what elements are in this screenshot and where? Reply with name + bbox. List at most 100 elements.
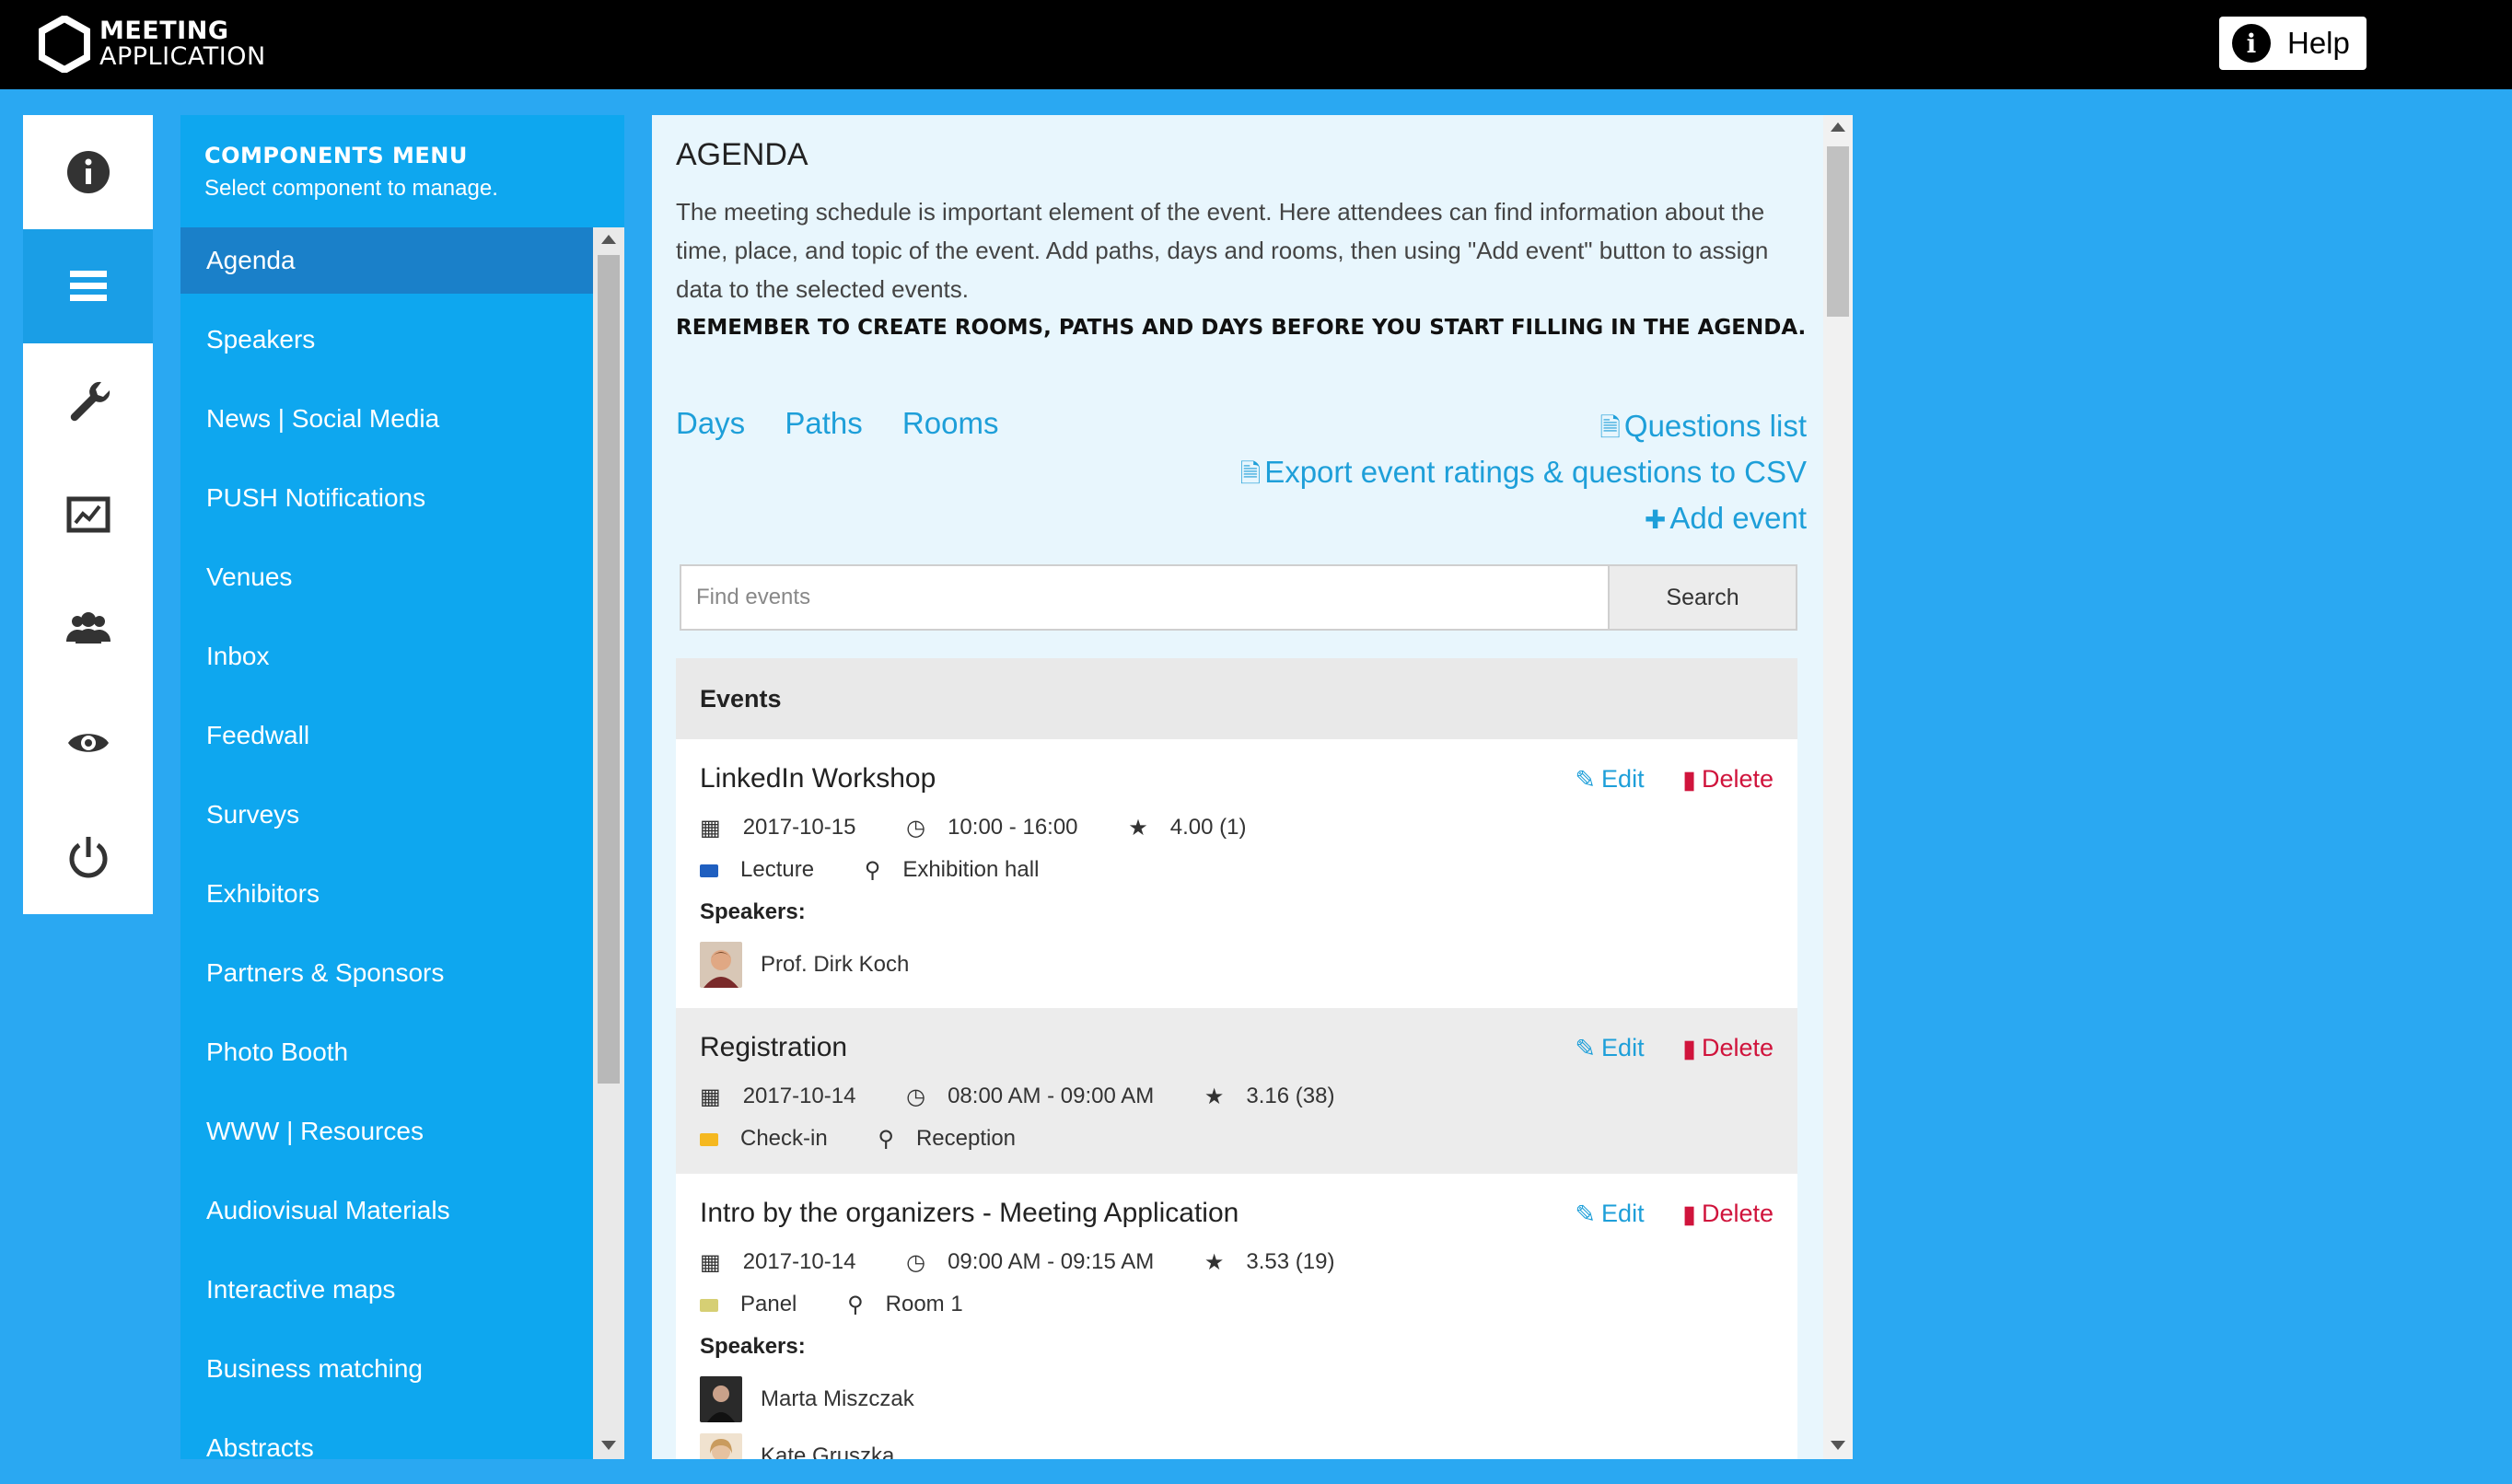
edit-label: Edit <box>1601 1034 1645 1061</box>
export-csv-label: Export event ratings & questions to CSV <box>1264 455 1807 489</box>
menu-item-abstracts[interactable]: Abstracts <box>180 1415 593 1459</box>
menu-item-exhibitors[interactable]: Exhibitors <box>180 861 593 940</box>
nav-statistics[interactable] <box>23 458 153 572</box>
folder-icon <box>700 1132 718 1146</box>
event-date: 2017-10-15 <box>742 815 856 840</box>
pencil-icon: ✎ <box>1575 1200 1597 1229</box>
scroll-up-arrow-icon[interactable] <box>1831 122 1845 132</box>
event-date: 2017-10-14 <box>742 1084 856 1108</box>
chart-icon <box>66 496 110 533</box>
menu-item-partners-sponsors[interactable]: Partners & Sponsors <box>180 940 593 1019</box>
menu-item-surveys[interactable]: Surveys <box>180 782 593 861</box>
agenda-config-links: Days Paths Rooms <box>676 406 1029 441</box>
menu-item-agenda[interactable]: Agenda <box>180 227 593 294</box>
speakers-label: Speakers: <box>700 899 806 924</box>
scrollbar-thumb[interactable] <box>598 255 620 1084</box>
paths-link[interactable]: Paths <box>785 406 862 440</box>
events-header: Events <box>676 658 1797 739</box>
days-link[interactable]: Days <box>676 406 745 440</box>
speaker-item: Prof. Dirk Koch <box>700 942 909 988</box>
agenda-scrollbar[interactable] <box>1823 115 1853 1459</box>
nav-preview[interactable] <box>23 686 153 800</box>
delete-label: Delete <box>1701 765 1774 793</box>
components-menu: COMPONENTS MENU Select component to mana… <box>180 115 624 1459</box>
calendar-icon: ▦ <box>700 1084 721 1110</box>
menu-item-venues[interactable]: Venues <box>180 544 593 623</box>
edit-button[interactable]: ✎ Edit <box>1575 1034 1645 1063</box>
export-file-icon: 🗎 <box>1239 459 1262 488</box>
clock-icon: ◷ <box>906 1250 926 1276</box>
folder-icon <box>700 864 718 877</box>
menu-item-audiovisual-materials[interactable]: Audiovisual Materials <box>180 1177 593 1257</box>
menu-item-interactive-maps[interactable]: Interactive maps <box>180 1257 593 1336</box>
logo-line-2: APPLICATION <box>99 42 266 71</box>
speaker-name: Marta Miszczak <box>761 1386 914 1411</box>
star-icon: ★ <box>1204 1084 1225 1110</box>
map-marker-icon: ⚲ <box>878 1127 894 1153</box>
avatar <box>700 1376 742 1422</box>
agenda-panel: AGENDA The meeting schedule is important… <box>652 115 1853 1459</box>
delete-button[interactable]: ▮ Delete <box>1682 1200 1774 1228</box>
edit-label: Edit <box>1601 1200 1645 1227</box>
nav-users[interactable] <box>23 572 153 686</box>
pencil-icon: ✎ <box>1575 766 1597 794</box>
clock-icon: ◷ <box>906 1084 926 1110</box>
menu-item-www-resources[interactable]: WWW | Resources <box>180 1098 593 1177</box>
export-csv-link[interactable]: 🗎 Export event ratings & questions to CSV <box>1240 450 1807 496</box>
trash-icon: ▮ <box>1682 766 1696 794</box>
event-title[interactable]: LinkedIn Workshop <box>700 763 936 794</box>
scroll-down-arrow-icon[interactable] <box>601 1441 616 1450</box>
pencil-icon: ✎ <box>1575 1035 1597 1063</box>
agenda-warning: REMEMBER TO CREATE ROOMS, PATHS AND DAYS… <box>676 316 1807 340</box>
edit-button[interactable]: ✎ Edit <box>1575 765 1645 794</box>
event-search: Search <box>680 564 1797 631</box>
event-title[interactable]: Registration <box>700 1032 847 1063</box>
add-event-link[interactable]: ✚ Add event <box>1240 496 1807 542</box>
top-bar: MEETING APPLICATION i Help <box>0 0 2512 89</box>
nav-logout[interactable] <box>23 800 153 914</box>
menu-item-news-social-media[interactable]: News | Social Media <box>180 386 593 465</box>
scroll-up-arrow-icon[interactable] <box>601 235 616 244</box>
app-logo[interactable]: MEETING APPLICATION <box>39 16 266 73</box>
menu-item-push-notifications[interactable]: PUSH Notifications <box>180 465 593 544</box>
questions-list-link[interactable]: 🗎 Questions list <box>1240 404 1807 450</box>
delete-button[interactable]: ▮ Delete <box>1682 1034 1774 1063</box>
search-input[interactable] <box>681 566 1602 629</box>
event-rating: 4.00 (1) <box>1169 815 1247 840</box>
nav-components[interactable] <box>23 229 153 343</box>
nav-info[interactable] <box>23 115 153 229</box>
map-marker-icon: ⚲ <box>847 1293 864 1318</box>
nav-settings[interactable] <box>23 343 153 458</box>
edit-button[interactable]: ✎ Edit <box>1575 1200 1645 1229</box>
menu-item-photo-booth[interactable]: Photo Booth <box>180 1019 593 1098</box>
menu-item-speakers[interactable]: Speakers <box>180 307 593 386</box>
scroll-down-arrow-icon[interactable] <box>1831 1441 1845 1450</box>
star-icon: ★ <box>1204 1250 1225 1276</box>
trash-icon: ▮ <box>1682 1035 1696 1063</box>
event-date: 2017-10-14 <box>742 1249 856 1274</box>
search-button[interactable]: Search <box>1608 566 1796 629</box>
agenda-description: The meeting schedule is important elemen… <box>676 198 1769 303</box>
help-button[interactable]: i Help <box>2219 17 2367 70</box>
event-title[interactable]: Intro by the organizers - Meeting Applic… <box>700 1198 1239 1229</box>
menu-item-feedwall[interactable]: Feedwall <box>180 702 593 782</box>
power-icon <box>69 837 107 878</box>
edit-label: Edit <box>1601 765 1645 793</box>
menu-item-business-matching[interactable]: Business matching <box>180 1336 593 1415</box>
menu-item-inbox[interactable]: Inbox <box>180 623 593 702</box>
rooms-link[interactable]: Rooms <box>902 406 999 440</box>
calendar-icon: ▦ <box>700 1250 721 1276</box>
scrollbar-thumb[interactable] <box>1827 146 1849 317</box>
delete-button[interactable]: ▮ Delete <box>1682 765 1774 794</box>
add-event-label: Add event <box>1669 501 1807 535</box>
event-path: Lecture <box>740 857 815 882</box>
event-time: 10:00 - 16:00 <box>948 815 1078 840</box>
event-path: Panel <box>740 1292 797 1316</box>
event-row: Registration ✎ Edit ▮ Delete ▦ 2017-10-14 ◷… <box>676 1008 1797 1174</box>
event-row: LinkedIn Workshop ✎ Edit ▮ Delete ▦ 2017-10… <box>676 739 1797 1008</box>
components-menu-scrollbar[interactable] <box>593 227 624 1459</box>
event-row: Intro by the organizers - Meeting Applic… <box>676 1174 1797 1459</box>
speaker-name: Prof. Dirk Koch <box>761 952 910 977</box>
clock-icon: ◷ <box>906 816 926 841</box>
delete-label: Delete <box>1701 1034 1774 1061</box>
